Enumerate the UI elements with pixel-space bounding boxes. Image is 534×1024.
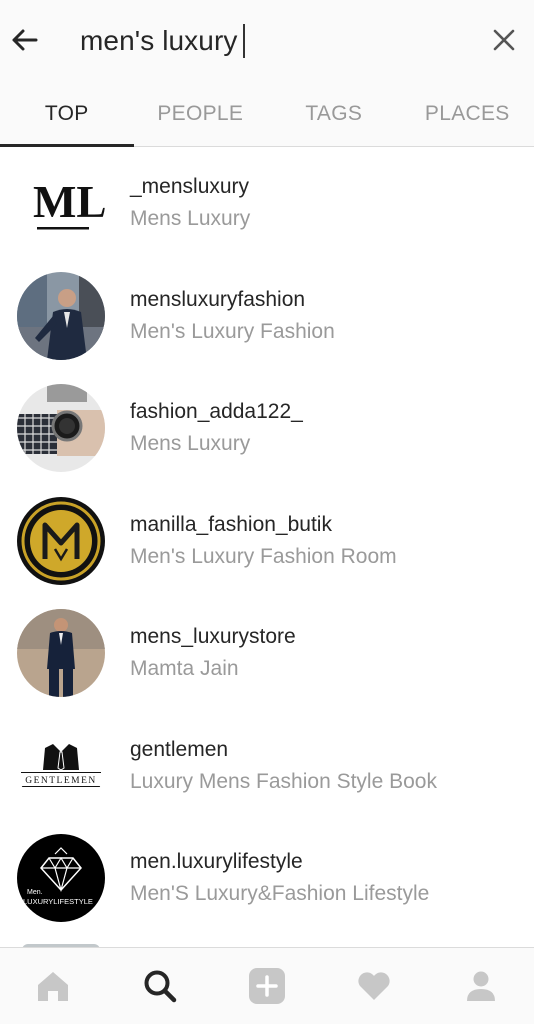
avatar [17, 609, 105, 698]
list-item[interactable]: ML _mensluxury Mens Luxury [0, 147, 534, 260]
list-item[interactable]: mens_luxurystore Mamta Jain [0, 597, 534, 710]
nav-home[interactable] [23, 956, 83, 1016]
back-button[interactable] [8, 22, 40, 58]
list-item[interactable]: fashion_adda122_ Mens Luxury [0, 372, 534, 485]
result-username: fashion_adda122_ [130, 400, 303, 423]
man-in-suit-street-photo [17, 609, 105, 698]
list-item[interactable]: Men. LUXURYLIFESTYLE men.luxurylifestyle… [0, 822, 534, 935]
diamond-logo-line2: LUXURYLIFESTYLE [23, 897, 93, 906]
result-fullname: Mens Luxury [130, 207, 251, 230]
text-caret [243, 24, 246, 58]
tab-people[interactable]: PEOPLE [134, 82, 268, 146]
list-item[interactable]: GENTLEMEN gentlemen Luxury Mens Fashion … [0, 710, 534, 823]
result-username: men.luxurylifestyle [130, 850, 303, 873]
avatar [17, 384, 105, 473]
nav-profile[interactable] [451, 956, 511, 1016]
close-icon [493, 29, 515, 51]
search-query-text: men's luxury [80, 25, 238, 56]
nav-search[interactable] [130, 956, 190, 1016]
list-item[interactable]: mensluxuryfashion Men's Luxury Fashion [0, 260, 534, 373]
clear-search-button[interactable] [488, 24, 520, 56]
man-in-suit-photo [17, 271, 105, 360]
search-input[interactable]: men's luxury [80, 20, 246, 62]
home-icon [38, 972, 69, 1001]
gentlemen-logo-text: GENTLEMEN [25, 776, 97, 786]
profile-icon [466, 971, 495, 1001]
nav-activity[interactable] [344, 956, 404, 1016]
add-icon [248, 968, 285, 1004]
avatar [17, 271, 105, 360]
result-fullname: Men'S Luxury&Fashion Lifestyle [130, 882, 430, 905]
watch-photo [17, 384, 105, 473]
search-header: men's luxury [0, 0, 534, 82]
result-username: mensluxuryfashion [130, 287, 306, 311]
avatar [17, 496, 105, 585]
result-username: gentlemen [130, 737, 229, 761]
ml-logo: ML [33, 176, 105, 230]
result-fullname: Mens Luxury [130, 432, 251, 455]
list-item[interactable]: manilla_fashion_butik Men's Luxury Fashi… [0, 485, 534, 598]
gold-m-emblem [17, 496, 105, 585]
ml-logo-text: ML [33, 176, 105, 227]
diamond-logo: Men. LUXURYLIFESTYLE [17, 834, 105, 923]
diamond-logo-line1: Men. [27, 889, 43, 896]
tab-top[interactable]: TOP [0, 82, 134, 147]
result-fullname: Mamta Jain [130, 657, 239, 680]
heart-icon [358, 972, 390, 1000]
result-username: manilla_fashion_butik [130, 512, 332, 536]
result-fullname: Men's Luxury Fashion [130, 319, 335, 343]
nav-add[interactable] [237, 956, 297, 1016]
tab-places[interactable]: PLACES [401, 82, 534, 146]
search-icon [144, 970, 177, 1003]
search-tabs: TOP PEOPLE TAGS PLACES [0, 82, 534, 147]
arrow-left-icon [12, 29, 38, 51]
result-fullname: Luxury Mens Fashion Style Book [130, 769, 437, 793]
avatar: ML [17, 159, 105, 248]
tab-tags[interactable]: TAGS [267, 82, 401, 146]
bottom-nav [0, 947, 534, 1024]
result-username: _mensluxury [130, 175, 250, 198]
search-results-list: ML _mensluxury Mens Luxury mensluxuryfas… [0, 147, 534, 935]
avatar: Men. LUXURYLIFESTYLE [17, 834, 105, 923]
gentlemen-logo: GENTLEMEN [21, 743, 101, 787]
result-username: mens_luxurystore [130, 625, 296, 648]
result-fullname: Men's Luxury Fashion Room [130, 544, 397, 568]
avatar: GENTLEMEN [17, 721, 105, 810]
